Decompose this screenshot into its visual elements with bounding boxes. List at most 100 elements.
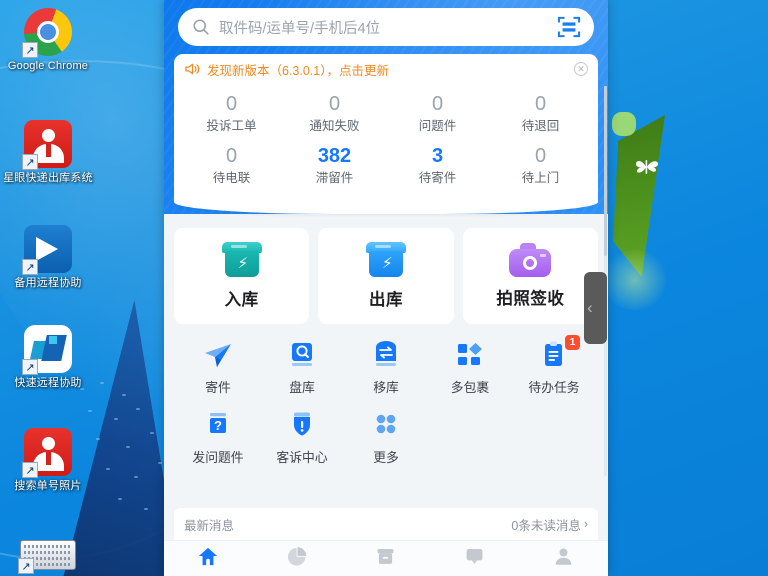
red-person-app-icon: ↗ bbox=[22, 120, 72, 170]
wallpaper-leaf-glow bbox=[600, 250, 670, 310]
stat-value: 0 bbox=[534, 145, 547, 167]
chevron-right-icon: › bbox=[583, 517, 588, 531]
stat-label: 通知失败 bbox=[309, 119, 360, 133]
todo-task-icon: 1 bbox=[537, 335, 580, 370]
shortcut-label: 盘库 bbox=[289, 380, 315, 395]
courier-app-window: 取件码/运单号/手机后4位 发现新版本（6.3.0.1），点击更新 ✕ 0 投诉… bbox=[164, 0, 608, 576]
stat-value: 0 bbox=[225, 145, 238, 167]
scrollbar-thumb[interactable] bbox=[604, 86, 607, 256]
stat-tile[interactable]: 0 待上门 bbox=[489, 140, 592, 190]
search-placeholder-text: 取件码/运单号/手机后4位 bbox=[219, 20, 381, 37]
primary-actions: ⚡ 入库 ⚡ 出库 拍照签收 bbox=[174, 228, 598, 324]
desktop-icon-quick-remote-assist[interactable]: ↗ 快速远程协助 bbox=[0, 325, 96, 390]
stat-label: 待寄件 bbox=[418, 171, 457, 185]
update-banner[interactable]: 发现新版本（6.3.0.1），点击更新 ✕ bbox=[174, 54, 598, 84]
desktop-icon-backup-remote-assist[interactable]: ↗ 备用远程协助 bbox=[0, 225, 96, 290]
update-banner-text: 发现新版本（6.3.0.1），点击更新 bbox=[207, 63, 389, 78]
shortcut-label: 发问题件 bbox=[192, 450, 244, 465]
action-card-photo-signoff[interactable]: 拍照签收 bbox=[462, 228, 598, 324]
home-icon bbox=[197, 546, 219, 571]
outbound-box-icon: ⚡ bbox=[365, 242, 406, 278]
multi-parcel-icon bbox=[453, 340, 487, 370]
action-card-label: 拍照签收 bbox=[496, 290, 565, 308]
nav-item-stats[interactable] bbox=[287, 546, 308, 571]
shortcut-arrow-icon: ↗ bbox=[22, 359, 38, 375]
shortcut-arrow-icon: ↗ bbox=[22, 259, 38, 275]
close-icon[interactable]: ✕ bbox=[574, 62, 588, 76]
stat-value: 0 bbox=[328, 93, 341, 115]
shortcut-todo-task[interactable]: 1 待办任务 bbox=[512, 335, 596, 396]
report-problem-icon: ? bbox=[201, 410, 235, 440]
chart-icon bbox=[287, 546, 308, 571]
search-input[interactable]: 取件码/运单号/手机后4位 bbox=[178, 8, 594, 46]
shortcut-arrow-icon: ↗ bbox=[22, 462, 38, 478]
red-person-app-icon: ↗ bbox=[22, 428, 72, 478]
shortcut-report-problem[interactable]: ? 发问题件 bbox=[176, 410, 260, 466]
inbound-box-icon: ⚡ bbox=[221, 242, 262, 278]
shortcut-send-parcel[interactable]: 寄件 bbox=[176, 340, 260, 396]
desktop-icon-google-chrome[interactable]: ↗ Google Chrome bbox=[0, 8, 96, 73]
windows-desktop: ↗ Google Chrome ↗ 星眼快递出库系统 ↗ 备用远程协助 ↗ 快速… bbox=[0, 0, 768, 576]
action-card-label: 出库 bbox=[368, 291, 403, 309]
unread-message-count: 0条未读消息 › bbox=[511, 515, 588, 534]
white-arrows-app-icon: ↗ bbox=[22, 325, 72, 375]
action-card-inbound[interactable]: ⚡ 入库 bbox=[174, 228, 310, 324]
desktop-icon-label: Google Chrome bbox=[7, 60, 89, 72]
bottom-nav bbox=[164, 540, 608, 576]
shortcuts-grid: 寄件 盘库 移库 多包裹 1 待办任务 ? 发问题件 客诉中心 更多 bbox=[174, 324, 598, 466]
nav-item-profile[interactable] bbox=[553, 546, 574, 571]
stat-tile[interactable]: 0 投诉工单 bbox=[180, 88, 283, 138]
shortcut-label: 多包裹 bbox=[450, 380, 490, 395]
stat-label: 待退回 bbox=[521, 119, 560, 133]
stat-value: 0 bbox=[225, 93, 238, 115]
stat-label: 待上门 bbox=[521, 171, 560, 185]
stat-label: 问题件 bbox=[418, 119, 457, 133]
collapse-panel-handle[interactable]: ‹ bbox=[584, 272, 607, 344]
app-body: ⚡ 入库 ⚡ 出库 拍照签收 寄件 盘库 移库 多包裹 1 待办任务 ? 发问题… bbox=[164, 214, 608, 576]
stat-tile[interactable]: 382 滞留件 bbox=[283, 140, 386, 190]
blue-play-app-icon: ↗ bbox=[22, 225, 72, 275]
nav-item-messages[interactable] bbox=[464, 546, 485, 571]
desktop-icon-search-waybill-photo[interactable]: ↗ 搜索单号照片 bbox=[0, 428, 96, 493]
shortcut-label: 待办任务 bbox=[528, 380, 580, 395]
stat-label: 滞留件 bbox=[315, 171, 354, 185]
stock-check-icon bbox=[285, 340, 319, 370]
stat-tile[interactable]: 3 待寄件 bbox=[386, 140, 489, 190]
header-bottom-curve bbox=[174, 202, 598, 214]
desktop-icon-label: 搜索单号照片 bbox=[14, 480, 82, 492]
scan-barcode-icon[interactable] bbox=[552, 12, 586, 42]
stat-tile[interactable]: 0 通知失败 bbox=[283, 88, 386, 138]
chevron-left-icon: ‹ bbox=[587, 298, 593, 317]
shortcut-multi-parcel[interactable]: 多包裹 bbox=[428, 340, 512, 396]
latest-message-bar[interactable]: 最新消息 0条未读消息 › bbox=[174, 508, 598, 540]
shortcut-arrow-icon: ↗ bbox=[22, 42, 38, 58]
megaphone-icon bbox=[185, 62, 200, 76]
message-icon bbox=[464, 546, 485, 571]
shortcut-label: 更多 bbox=[373, 450, 399, 465]
shortcut-label: 移库 bbox=[373, 380, 399, 395]
stat-value: 382 bbox=[317, 145, 352, 167]
more-grid-icon bbox=[369, 410, 403, 440]
desktop-icon-xingyan-express-outbound[interactable]: ↗ 星眼快递出库系统 bbox=[0, 120, 96, 185]
butterfly-icon bbox=[633, 156, 661, 178]
shortcut-label: 寄件 bbox=[205, 380, 231, 395]
move-stock-icon bbox=[369, 340, 403, 370]
nav-item-parcels[interactable] bbox=[375, 546, 396, 571]
stat-tile[interactable]: 0 问题件 bbox=[386, 88, 489, 138]
stat-value: 3 bbox=[431, 145, 444, 167]
shortcut-complaint-center[interactable]: 客诉中心 bbox=[260, 410, 344, 466]
nav-item-home[interactable] bbox=[197, 546, 219, 571]
stat-value: 0 bbox=[534, 93, 547, 115]
stat-label: 待电联 bbox=[212, 171, 251, 185]
action-card-outbound[interactable]: ⚡ 出库 bbox=[318, 228, 454, 324]
status-badge: 1 bbox=[565, 335, 580, 350]
shortcut-stock-check[interactable]: 盘库 bbox=[260, 340, 344, 396]
shortcut-more[interactable]: 更多 bbox=[344, 410, 428, 466]
chrome-icon: ↗ bbox=[22, 8, 72, 58]
shortcut-move-stock[interactable]: 移库 bbox=[344, 340, 428, 396]
stat-label: 投诉工单 bbox=[206, 119, 257, 133]
unread-message-text: 0条未读消息 bbox=[511, 518, 581, 533]
stat-tile[interactable]: 0 待电联 bbox=[180, 140, 283, 190]
desktop-icon-keyboard-shortcut[interactable]: ↗ bbox=[0, 540, 96, 575]
stat-tile[interactable]: 0 待退回 bbox=[489, 88, 592, 138]
